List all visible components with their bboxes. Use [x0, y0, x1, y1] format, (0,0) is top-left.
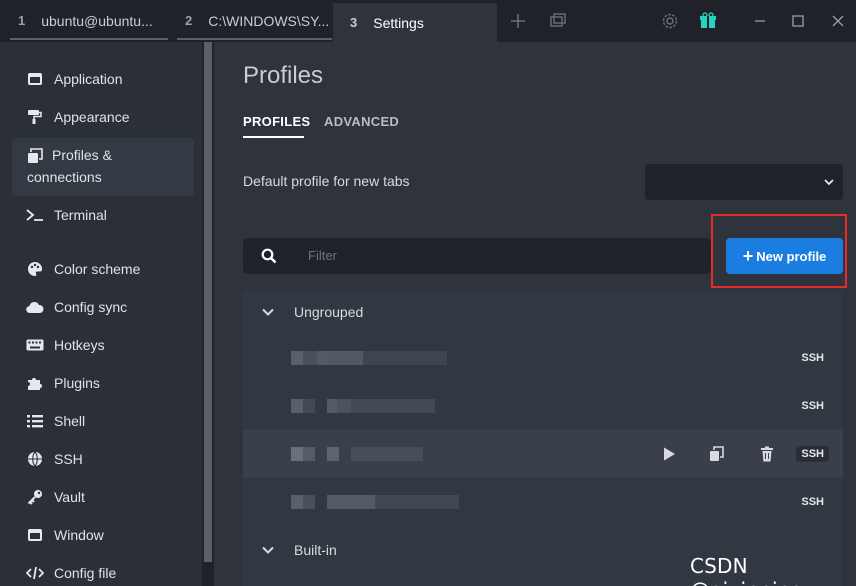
- sidebar-item-shell[interactable]: Shell: [12, 410, 194, 432]
- scrollbar-thumb[interactable]: [204, 42, 212, 562]
- filter-input[interactable]: Filter: [243, 238, 711, 274]
- sidebar-item-label: Hotkeys: [54, 337, 105, 353]
- sidebar-item-label: Terminal: [54, 207, 107, 223]
- close-icon[interactable]: [828, 11, 848, 31]
- puzzle-icon: [26, 374, 44, 392]
- sidebar-item-label: SSH: [54, 451, 83, 467]
- window-icon: [26, 526, 44, 544]
- sidebar-item-terminal[interactable]: Terminal: [12, 204, 194, 226]
- sidebar-item-label: Config file: [54, 565, 117, 581]
- keyboard-icon: [26, 336, 44, 354]
- sidebar-item-label: Config sync: [54, 299, 128, 315]
- page-title: Profiles: [243, 62, 324, 89]
- settings-sidebar: Application Appearance Profiles & connec…: [0, 42, 202, 586]
- sidebar-item-label: Plugins: [54, 375, 100, 391]
- sidebar-item-label: Color scheme: [54, 261, 141, 277]
- search-icon: [261, 248, 277, 264]
- list-item[interactable]: SSH: [243, 382, 843, 430]
- sidebar-item-label: Shell: [54, 413, 86, 429]
- tab-title: ubuntu@ubuntu...: [41, 12, 153, 29]
- sidebar-item-vault[interactable]: Vault: [12, 486, 194, 508]
- default-profile-select[interactable]: [645, 164, 843, 200]
- tab-settings[interactable]: 3 Settings: [333, 3, 497, 42]
- sidebar-item-hotkeys[interactable]: Hotkeys: [12, 334, 194, 356]
- tab-title: C:\WINDOWS\SY...: [208, 12, 330, 29]
- sidebar-item-config-sync[interactable]: Config sync: [12, 296, 194, 318]
- gear-icon[interactable]: [660, 11, 680, 31]
- sidebar-item-label: Profiles &: [52, 147, 112, 163]
- minimize-icon[interactable]: [750, 11, 770, 31]
- cloud-icon: [26, 298, 44, 316]
- chevron-down-icon: [261, 543, 275, 557]
- sidebar-item-color-scheme[interactable]: Color scheme: [12, 258, 194, 280]
- list-item[interactable]: SSH: [243, 334, 843, 382]
- tab-number: 1: [18, 13, 26, 28]
- profile-list: Ungrouped SSH SSH SSH SSH Built-in: [243, 290, 843, 586]
- globe-icon: [26, 450, 44, 468]
- window-icon: [26, 70, 44, 88]
- new-tab-icon[interactable]: [508, 11, 528, 31]
- ssh-badge: SSH: [801, 400, 824, 412]
- key-icon: [26, 488, 44, 506]
- palette-icon: [26, 260, 44, 278]
- sidebar-item-profiles[interactable]: Profiles & connections: [12, 138, 194, 196]
- tab-advanced[interactable]: ADVANCED: [324, 114, 399, 129]
- group-ungrouped[interactable]: Ungrouped: [243, 290, 843, 334]
- list-icon: [26, 412, 44, 430]
- maximize-icon[interactable]: [788, 11, 808, 31]
- sidebar-item-application[interactable]: Application: [12, 68, 194, 90]
- window-restore-icon: [26, 147, 44, 165]
- tab-number: 3: [350, 15, 358, 30]
- ssh-badge: SSH: [801, 496, 824, 508]
- sidebar-item-label: Vault: [54, 489, 85, 505]
- sidebar-item-appearance[interactable]: Appearance: [12, 106, 194, 128]
- sidebar-item-ssh[interactable]: SSH: [12, 448, 194, 470]
- ssh-badge: SSH: [796, 446, 829, 462]
- code-icon: [26, 564, 44, 582]
- plus-icon: +: [742, 246, 754, 266]
- new-profile-label: New profile: [756, 248, 827, 264]
- sidebar-scrollbar[interactable]: [202, 42, 214, 586]
- tab-bar: 1 ubuntu@ubuntu... 2 C:\WINDOWS\SY... 3 …: [0, 0, 856, 42]
- active-tab-indicator: [243, 136, 304, 138]
- group-label: Built-in: [294, 542, 337, 558]
- tab-windows[interactable]: 2 C:\WINDOWS\SY...: [177, 3, 332, 40]
- tab-ubuntu[interactable]: 1 ubuntu@ubuntu...: [10, 3, 168, 40]
- duplicate-icon[interactable]: [709, 446, 725, 462]
- ssh-badge: SSH: [801, 352, 824, 364]
- play-icon[interactable]: [661, 446, 677, 462]
- trash-icon[interactable]: [759, 446, 775, 462]
- default-profile-label: Default profile for new tabs: [243, 173, 410, 189]
- tab-number: 2: [185, 13, 193, 28]
- watermark: CSDN @aixinning: [690, 554, 803, 586]
- settings-main: Profiles PROFILES ADVANCED Default profi…: [214, 42, 856, 586]
- sidebar-item-label: Window: [54, 527, 104, 543]
- profiles-icon[interactable]: [548, 11, 568, 31]
- sidebar-item-config-file[interactable]: Config file: [12, 562, 194, 584]
- terminal-icon: [26, 206, 44, 224]
- sidebar-item-plugins[interactable]: Plugins: [12, 372, 194, 394]
- filter-placeholder: Filter: [308, 248, 337, 263]
- sidebar-item-label: Application: [54, 71, 123, 87]
- tab-profiles[interactable]: PROFILES: [243, 114, 310, 129]
- list-item[interactable]: SSH: [243, 430, 843, 478]
- list-item[interactable]: SSH: [243, 478, 843, 526]
- tab-title: Settings: [373, 14, 424, 31]
- sidebar-item-label-line2: connections: [27, 169, 102, 185]
- paint-roller-icon: [26, 108, 44, 126]
- sidebar-item-window[interactable]: Window: [12, 524, 194, 546]
- gift-icon[interactable]: [698, 11, 718, 31]
- group-label: Ungrouped: [294, 304, 364, 320]
- sidebar-item-label: Appearance: [54, 109, 130, 125]
- chevron-down-icon: [261, 305, 275, 319]
- new-profile-button[interactable]: + New profile: [726, 238, 843, 274]
- chevron-down-icon: [823, 175, 835, 187]
